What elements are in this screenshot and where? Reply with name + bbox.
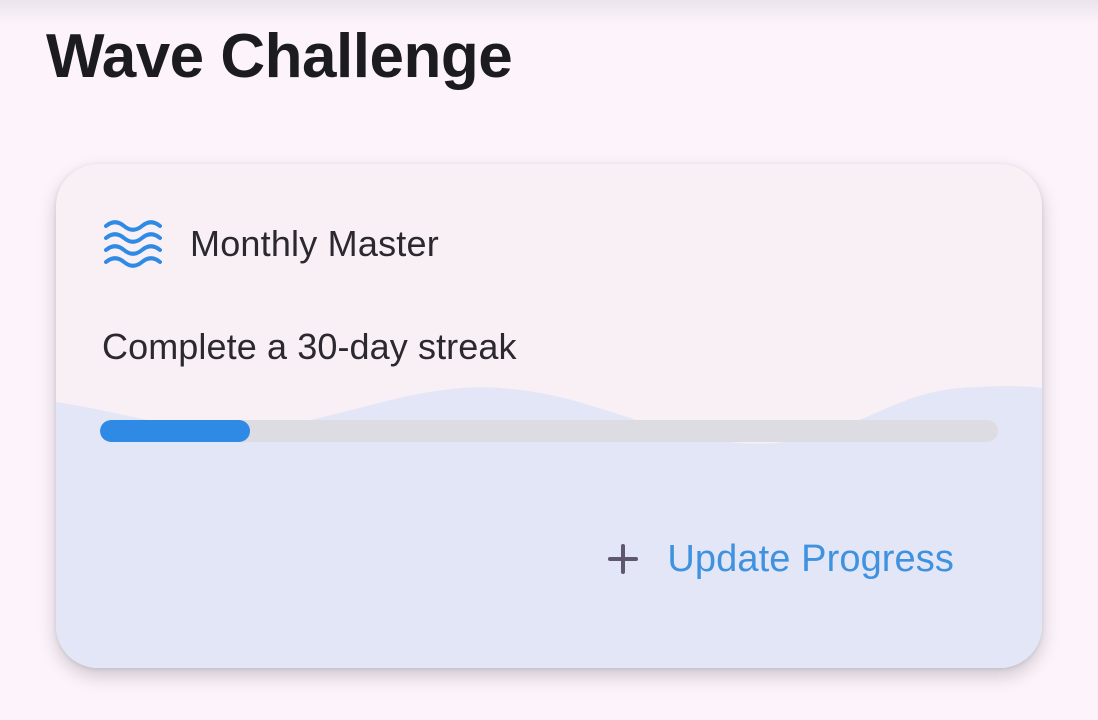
update-progress-button[interactable]: Update Progress: [607, 531, 954, 587]
page-title: Wave Challenge: [46, 22, 513, 91]
challenge-header: Monthly Master: [104, 216, 439, 272]
challenge-description: Complete a 30-day streak: [102, 326, 517, 367]
challenge-card: Monthly Master Complete a 30-day streak …: [56, 164, 1042, 668]
waves-icon: [104, 220, 162, 268]
update-progress-label: Update Progress: [667, 538, 954, 580]
plus-icon: [607, 543, 639, 575]
challenge-title: Monthly Master: [190, 223, 439, 264]
challenge-progress-fill: [100, 420, 250, 442]
top-shadow: [0, 0, 1098, 24]
app-screen: Wave Challenge Monthly Master Complete a…: [0, 0, 1098, 720]
challenge-progress-bar: [100, 420, 998, 442]
